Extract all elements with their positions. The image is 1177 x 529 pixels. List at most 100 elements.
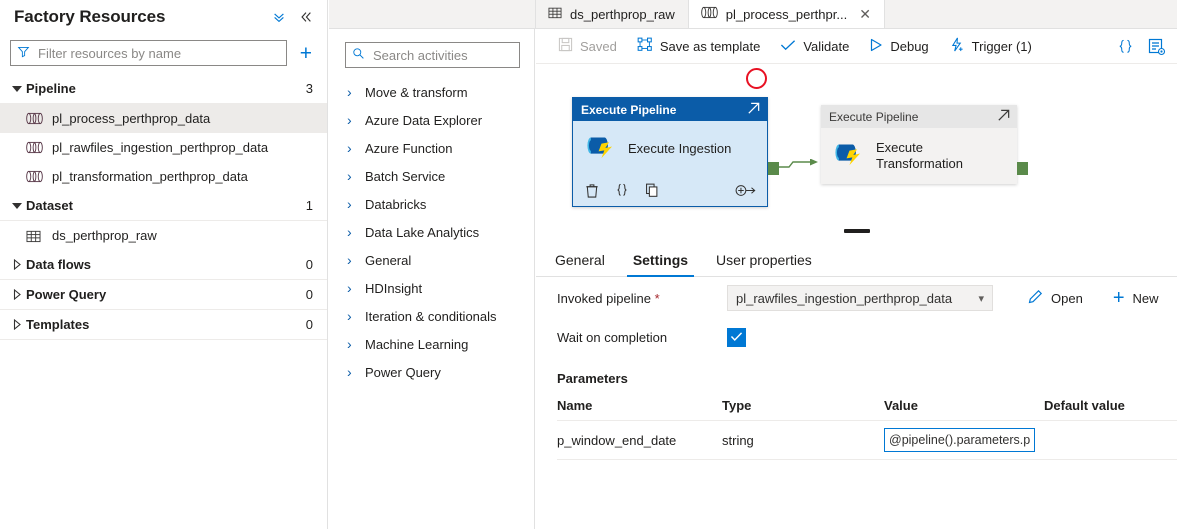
new-pipeline-button[interactable]: + New xyxy=(1113,288,1159,308)
tab-label: pl_process_perthpr... xyxy=(725,6,848,22)
clone-icon[interactable] xyxy=(645,183,659,201)
validate-label: Validate xyxy=(803,38,850,54)
tree-group-pipeline[interactable]: Pipeline 3 xyxy=(0,74,327,104)
validate-button[interactable]: Validate xyxy=(770,31,859,61)
tab-pl-process-perthprop[interactable]: pl_process_perthpr... ✕ xyxy=(688,0,885,28)
pipeline-editor: ds_perthprop_raw pl_process_perthpr... ✕ xyxy=(329,0,1177,529)
chevron-down-icon: ▾ xyxy=(978,292,984,305)
activity-node-execute-transformation[interactable]: Execute Pipeline Execute Transformation xyxy=(821,105,1028,184)
column-header-type: Type xyxy=(722,397,752,413)
settings-pane: Invoked pipeline * pl_rawfiles_ingestion… xyxy=(536,277,1177,529)
debug-button[interactable]: Debug xyxy=(859,31,938,61)
tree-group-count: 1 xyxy=(305,198,313,213)
chevron-right-icon: › xyxy=(347,364,352,380)
expand-triangle-right-icon xyxy=(8,289,26,300)
parameter-type: string xyxy=(722,432,754,448)
code-icon[interactable] xyxy=(615,183,629,201)
search-activities-box[interactable] xyxy=(345,42,551,68)
toolbar-right-actions xyxy=(1111,29,1171,64)
tab-bar-spacer xyxy=(884,0,1177,28)
activity-category-azure-function[interactable]: › Azure Function xyxy=(329,134,534,162)
activity-category-data-lake-analytics[interactable]: › Data Lake Analytics xyxy=(329,218,534,246)
tree-item-pl-transformation-perthprop-data[interactable]: pl_transformation_perthprop_data xyxy=(0,162,327,191)
activity-category-batch-service[interactable]: › Batch Service xyxy=(329,162,534,190)
execute-pipeline-icon xyxy=(833,142,864,170)
tab-label: General xyxy=(555,252,605,268)
delete-icon[interactable] xyxy=(585,183,599,201)
pipeline-icon xyxy=(701,6,718,22)
column-header-default-value: Default value xyxy=(1044,397,1125,413)
chevron-right-icon: › xyxy=(347,280,352,296)
invoked-pipeline-dropdown[interactable]: pl_rawfiles_ingestion_perthprop_data ▾ xyxy=(727,285,993,311)
close-icon[interactable]: ✕ xyxy=(859,7,871,21)
tree-group-count: 0 xyxy=(305,257,313,272)
pipeline-icon xyxy=(26,170,43,183)
tree-item-pl-process-perthprop-data[interactable]: pl_process_perthprop_data xyxy=(0,104,327,133)
tree-group-dataset[interactable]: Dataset 1 xyxy=(0,191,327,221)
activity-node-execute-ingestion[interactable]: Execute Pipeline Execute Ingestion xyxy=(572,97,779,207)
invoked-pipeline-value: pl_rawfiles_ingestion_perthprop_data xyxy=(736,290,953,306)
activity-category-hdinsight[interactable]: › HDInsight xyxy=(329,274,534,302)
wait-on-completion-row: Wait on completion xyxy=(536,319,1177,355)
table-row[interactable]: p_window_end_date string xyxy=(557,420,1177,460)
activity-category-general[interactable]: › General xyxy=(329,246,534,274)
double-chevron-down-icon[interactable] xyxy=(272,10,286,24)
open-external-icon[interactable] xyxy=(996,108,1011,126)
tab-settings[interactable]: Settings xyxy=(619,252,702,277)
chevron-right-icon: › xyxy=(347,252,352,268)
tab-general[interactable]: General xyxy=(555,252,619,276)
tree-item-pl-rawfiles-ingestion-perthprop-data[interactable]: pl_rawfiles_ingestion_perthprop_data xyxy=(0,133,327,162)
checkmark-icon xyxy=(780,38,796,55)
double-chevron-left-icon[interactable] xyxy=(299,10,313,24)
required-asterisk: * xyxy=(654,290,660,306)
azure-data-factory-window: Factory Resources + xyxy=(0,0,1177,529)
tree-group-power-query[interactable]: Power Query 0 xyxy=(0,280,327,310)
activity-connector xyxy=(776,159,818,168)
filter-resources-input[interactable] xyxy=(36,44,280,62)
add-output-icon[interactable] xyxy=(735,183,757,201)
pipeline-canvas[interactable]: Execute Pipeline Execute Ingestion Execu… xyxy=(536,64,1177,236)
activity-category-azure-data-explorer[interactable]: › Azure Data Explorer xyxy=(329,106,534,134)
tab-ds-perthprop-raw[interactable]: ds_perthprop_raw xyxy=(536,0,689,28)
activity-category-move-transform[interactable]: › Move & transform xyxy=(329,78,534,106)
parameters-table: Name Type Value Default value p_window_e… xyxy=(536,390,1177,460)
activity-category-label: Data Lake Analytics xyxy=(365,224,480,240)
trigger-label: Trigger (1) xyxy=(971,38,1032,54)
tree-item-label: ds_perthprop_raw xyxy=(52,228,157,243)
activity-category-iteration-conditionals[interactable]: › Iteration & conditionals xyxy=(329,302,534,330)
drag-handle-icon[interactable] xyxy=(843,229,870,233)
tree-group-data-flows[interactable]: Data flows 0 xyxy=(0,250,327,280)
activity-category-list: › Move & transform › Azure Data Explorer… xyxy=(329,72,534,386)
activity-type-label: Execute Pipeline xyxy=(829,109,919,124)
open-external-icon[interactable] xyxy=(746,101,761,119)
wait-on-completion-checkbox[interactable] xyxy=(727,327,746,347)
curly-braces-icon[interactable] xyxy=(1111,33,1139,61)
open-pipeline-button[interactable]: Open xyxy=(1027,289,1083,308)
column-header-name: Name xyxy=(557,397,593,413)
properties-panel-icon[interactable] xyxy=(1143,33,1171,61)
factory-resources-header-actions xyxy=(272,10,315,24)
activity-node-body: Execute Transformation xyxy=(821,128,1017,184)
activity-category-databricks[interactable]: › Databricks xyxy=(329,190,534,218)
search-activities-input[interactable] xyxy=(371,46,551,64)
tree-item-label: pl_process_perthprop_data xyxy=(52,111,211,126)
resources-tree: Pipeline 3 pl_process_perthprop_data pl_… xyxy=(0,74,327,340)
activity-category-label: Azure Function xyxy=(365,140,453,156)
trigger-button[interactable]: Trigger (1) xyxy=(939,31,1042,61)
search-icon xyxy=(352,47,365,63)
activity-category-machine-learning[interactable]: › Machine Learning xyxy=(329,330,534,358)
activity-category-power-query[interactable]: › Power Query xyxy=(329,358,534,386)
parameters-table-header: Name Type Value Default value xyxy=(557,390,1177,420)
tree-item-ds-perthprop-raw[interactable]: ds_perthprop_raw xyxy=(0,221,327,250)
save-as-template-button[interactable]: Save as template xyxy=(627,31,770,61)
filter-resources-box[interactable] xyxy=(10,40,287,66)
expand-triangle-right-icon xyxy=(8,319,26,330)
add-resource-button[interactable]: + xyxy=(297,43,315,64)
filter-row: + xyxy=(0,34,327,74)
tab-user-properties[interactable]: User properties xyxy=(702,252,826,276)
node-output-port[interactable] xyxy=(1017,162,1028,175)
dataset-icon xyxy=(26,229,43,243)
debug-label: Debug xyxy=(890,38,929,54)
parameter-value-input[interactable] xyxy=(884,428,1035,452)
tree-group-templates[interactable]: Templates 0 xyxy=(0,310,327,340)
